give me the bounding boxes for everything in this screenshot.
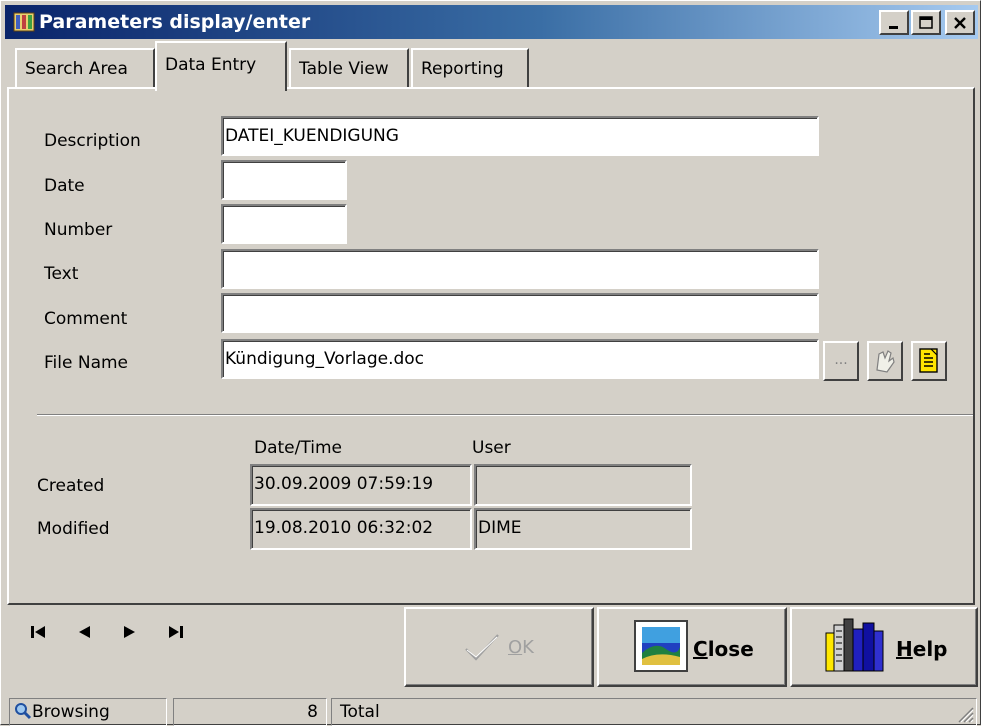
checkmark-icon	[465, 634, 499, 661]
modified-label: Modified	[37, 519, 110, 539]
resize-grip-icon[interactable]	[954, 703, 974, 723]
previous-record-icon[interactable]	[75, 623, 99, 641]
status-mode: Browsing	[9, 698, 167, 726]
separator	[37, 414, 973, 416]
modified-datetime: 19.08.2010 06:32:02	[250, 508, 472, 550]
text-label: Text	[44, 264, 79, 284]
file-name-field[interactable]: Kündigung_Vorlage.doc	[221, 339, 819, 379]
last-record-icon[interactable]	[163, 623, 187, 641]
status-total-label: Total	[340, 702, 380, 722]
date-field[interactable]	[221, 160, 347, 200]
datetime-column-header: Date/Time	[254, 438, 342, 458]
modified-user: DIME	[474, 508, 692, 550]
tab-table-view[interactable]: Table View	[289, 48, 409, 88]
created-user	[474, 464, 692, 506]
description-label: Description	[44, 131, 141, 151]
status-total: Total	[331, 698, 977, 726]
open-file-icon	[876, 350, 895, 373]
magnifier-icon	[15, 703, 32, 720]
user-column-header: User	[472, 438, 511, 458]
comment-field[interactable]	[221, 293, 819, 333]
open-file-button[interactable]	[867, 341, 903, 381]
status-mode-text: Browsing	[32, 702, 110, 722]
help-button[interactable]: Help	[790, 607, 978, 687]
window-title: Parameters display/enter	[39, 11, 311, 33]
close-icon	[954, 17, 966, 29]
file-name-label: File Name	[44, 353, 129, 373]
number-field[interactable]	[221, 204, 347, 244]
text-field[interactable]	[221, 249, 819, 289]
close-button[interactable]: Close	[597, 607, 787, 687]
maximize-button[interactable]	[911, 10, 941, 35]
app-icon	[13, 12, 35, 32]
browse-file-button[interactable]: ...	[823, 341, 859, 381]
parameters-window: Parameters display/enter Search Area Dat…	[0, 0, 981, 726]
number-label: Number	[44, 220, 113, 240]
date-label: Date	[44, 176, 85, 196]
maximize-icon	[919, 16, 933, 29]
next-record-icon[interactable]	[117, 623, 141, 641]
ok-label: OK	[508, 637, 534, 658]
document-icon	[919, 348, 938, 373]
close-window-button[interactable]	[945, 10, 975, 35]
tab-reporting[interactable]: Reporting	[411, 48, 529, 88]
created-label: Created	[37, 476, 105, 496]
door-icon	[634, 620, 688, 672]
title-bar[interactable]: Parameters display/enter	[5, 5, 978, 39]
ok-button[interactable]: OK	[404, 607, 594, 687]
view-document-button[interactable]	[911, 341, 947, 381]
comment-label: Comment	[44, 309, 128, 329]
status-record-count: 8	[173, 698, 327, 726]
created-datetime: 30.09.2009 07:59:19	[250, 464, 472, 506]
books-icon	[825, 618, 884, 672]
help-label: Help	[896, 637, 948, 661]
tab-data-entry[interactable]: Data Entry	[155, 41, 287, 91]
close-label: Close	[693, 637, 754, 661]
tab-search-area[interactable]: Search Area	[15, 48, 155, 88]
first-record-icon[interactable]	[29, 623, 53, 641]
minimize-icon	[889, 26, 898, 29]
description-field[interactable]: DATEI_KUENDIGUNG	[221, 116, 819, 156]
minimize-button[interactable]	[879, 10, 909, 35]
